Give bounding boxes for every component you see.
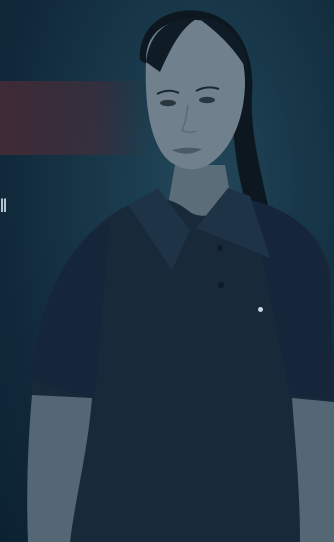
shirt-button [217, 245, 223, 251]
logo-icon [258, 306, 263, 312]
portrait-photo [27, 10, 334, 542]
shirt-logo [258, 304, 304, 314]
left-eye [160, 99, 176, 107]
right-eye [199, 96, 215, 104]
cropped-text: ll [0, 196, 7, 216]
hero-banner: ll [0, 0, 334, 542]
shirt-button [218, 282, 224, 288]
